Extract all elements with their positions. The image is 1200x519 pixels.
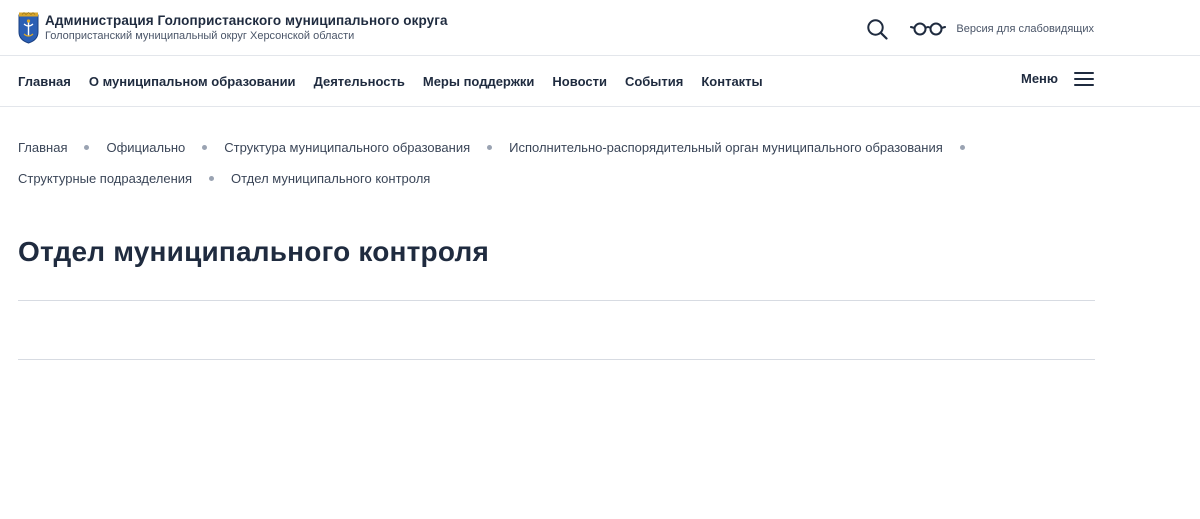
breadcrumb-item: Структурные подразделения <box>18 170 231 187</box>
nav-list: Главная О муниципальном образовании Деят… <box>18 74 781 89</box>
content-divider-top <box>18 300 1095 301</box>
breadcrumb-item: Структура муниципального образования <box>224 139 509 156</box>
brand-text: Администрация Голопристанского муниципал… <box>45 12 448 43</box>
accessibility-label: Версия для слабовидящих <box>956 23 1094 35</box>
breadcrumb-link-executive-body[interactable]: Исполнительно-распорядительный орган мун… <box>509 139 943 156</box>
breadcrumb-item: Официально <box>106 139 224 156</box>
breadcrumb-separator <box>84 145 90 150</box>
breadcrumb-link-departments[interactable]: Структурные подразделения <box>18 170 192 187</box>
nav-item-about[interactable]: О муниципальном образовании <box>89 74 296 89</box>
content-divider-bottom <box>18 359 1095 360</box>
breadcrumb-link-home[interactable]: Главная <box>18 139 67 156</box>
nav-item-support[interactable]: Меры поддержки <box>423 74 535 89</box>
glasses-icon <box>910 22 947 36</box>
nav-item-home[interactable]: Главная <box>18 74 71 89</box>
breadcrumb-link-official[interactable]: Официально <box>106 139 185 156</box>
site-brand[interactable]: Администрация Голопристанского муниципал… <box>18 12 448 44</box>
search-icon[interactable] <box>866 18 889 40</box>
breadcrumb: Главная Официально Структура муниципальн… <box>18 139 1088 187</box>
page-title: Отдел муниципального контроля <box>18 236 489 267</box>
nav-item-events[interactable]: События <box>625 74 683 89</box>
menu-button[interactable]: Меню <box>1021 71 1094 86</box>
coat-of-arms-icon <box>18 12 39 44</box>
header-actions: Версия для слабовидящих <box>866 17 1094 41</box>
breadcrumb-current: Отдел муниципального контроля <box>231 171 431 186</box>
breadcrumb-item: Главная <box>18 139 106 156</box>
breadcrumb-item: Исполнительно-распорядительный орган мун… <box>509 139 982 156</box>
breadcrumb-item: Отдел муниципального контроля <box>231 170 430 187</box>
breadcrumb-link-structure[interactable]: Структура муниципального образования <box>224 139 470 156</box>
nav-item-contacts[interactable]: Контакты <box>701 74 762 89</box>
nav-item-news[interactable]: Новости <box>552 74 607 89</box>
menu-label: Меню <box>1020 71 1058 86</box>
breadcrumb-separator <box>209 176 215 181</box>
hamburger-icon <box>1074 71 1094 86</box>
nav-item-activity[interactable]: Деятельность <box>314 74 405 89</box>
breadcrumb-separator <box>202 145 208 150</box>
site-title[interactable]: Администрация Голопристанского муниципал… <box>45 13 448 29</box>
site-subtitle: Голопристанский муниципальный округ Херс… <box>45 30 355 42</box>
breadcrumb-separator <box>959 145 965 150</box>
main-navigation: Главная О муниципальном образовании Деят… <box>0 56 1200 107</box>
accessibility-version-button[interactable]: Версия для слабовидящих <box>910 20 1094 38</box>
site-header: Администрация Голопристанского муниципал… <box>0 0 1200 56</box>
breadcrumb-separator <box>487 145 493 150</box>
